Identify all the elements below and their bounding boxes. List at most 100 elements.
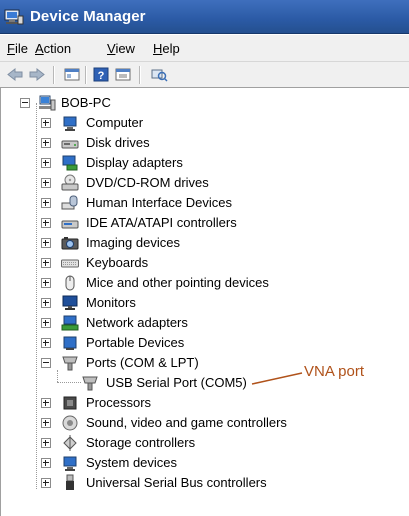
processor-icon <box>63 396 77 410</box>
tree-item-network-adapters[interactable]: Network adapters <box>1 313 409 333</box>
forward-icon[interactable] <box>28 66 46 83</box>
annotation-pointer <box>251 372 303 385</box>
back-icon[interactable] <box>6 66 24 83</box>
tree-item-dvd-cdrom-drives[interactable]: DVD/CD-ROM drives <box>1 173 409 193</box>
menu-action-label: ction <box>43 41 72 56</box>
show-hide-tree-icon[interactable] <box>63 66 81 83</box>
tree-root[interactable]: BOB-PC <box>1 93 409 113</box>
expand-toggle[interactable] <box>41 418 51 428</box>
tree-item-label: Disk drives <box>86 135 150 150</box>
mouse-icon <box>65 275 75 291</box>
expand-toggle[interactable] <box>41 338 51 348</box>
device-manager-icon <box>4 9 24 25</box>
scan-hardware-icon[interactable] <box>150 66 168 83</box>
toolbar-separator <box>53 66 55 84</box>
ide-controller-icon <box>61 220 79 229</box>
help-icon[interactable]: ? <box>92 66 110 83</box>
expand-toggle[interactable] <box>41 118 51 128</box>
disk-drive-icon <box>61 140 79 149</box>
expand-toggle[interactable] <box>41 318 51 328</box>
toolbar-separator <box>139 66 141 84</box>
expand-toggle[interactable] <box>41 178 51 188</box>
hid-icon <box>61 195 78 210</box>
tree-item-keyboards[interactable]: Keyboards <box>1 253 409 273</box>
menu-action[interactable]: Action <box>35 41 71 56</box>
menu-bar: File Action View Help <box>0 35 409 62</box>
tree-item-processors[interactable]: Processors <box>1 393 409 413</box>
expand-toggle[interactable] <box>41 258 51 268</box>
portable-device-icon <box>63 336 77 350</box>
expand-toggle[interactable] <box>41 478 51 488</box>
tree-item-display-adapters[interactable]: Display adapters <box>1 153 409 173</box>
tree-item-label: USB Serial Port (COM5) <box>106 375 247 390</box>
usb-connector-icon <box>66 474 74 490</box>
collapse-toggle[interactable] <box>20 98 30 108</box>
expand-toggle[interactable] <box>41 398 51 408</box>
tree-item-mice[interactable]: Mice and other pointing devices <box>1 273 409 293</box>
menu-file-mnemonic: F <box>7 41 15 56</box>
menu-help-label: elp <box>162 41 180 56</box>
tree-item-label: Imaging devices <box>86 235 180 250</box>
toolbar-separator <box>85 66 87 84</box>
expand-toggle[interactable] <box>41 238 51 248</box>
annotation-label: VNA port <box>304 363 365 380</box>
tree-root-label: BOB-PC <box>61 95 111 110</box>
keyboard-icon <box>61 259 79 268</box>
collapse-toggle[interactable] <box>41 358 51 368</box>
expand-toggle[interactable] <box>41 458 51 468</box>
tree-item-monitors[interactable]: Monitors <box>1 293 409 313</box>
menu-file-label: ile <box>14 41 28 56</box>
tree-item-human-interface-devices[interactable]: Human Interface Devices <box>1 193 409 213</box>
monitor-icon <box>62 295 78 310</box>
dvd-drive-icon <box>61 174 79 191</box>
expand-toggle[interactable] <box>41 438 51 448</box>
storage-controller-icon <box>63 435 77 451</box>
menu-file[interactable]: File <box>7 41 28 56</box>
tree-item-storage-controllers[interactable]: Storage controllers <box>1 433 409 453</box>
tree-item-label: Universal Serial Bus controllers <box>86 475 267 490</box>
tree-item-imaging-devices[interactable]: Imaging devices <box>1 233 409 253</box>
expand-toggle[interactable] <box>41 158 51 168</box>
tree-item-disk-drives[interactable]: Disk drives <box>1 133 409 153</box>
menu-help[interactable]: Help <box>153 41 180 56</box>
device-tree[interactable]: BOB-PC Computer Disk drives Display adap… <box>0 88 409 516</box>
system-devices-icon <box>63 456 77 471</box>
tree-item-label: Mice and other pointing devices <box>86 275 269 290</box>
window-title: Device Manager <box>30 8 146 25</box>
tree-item-label: Keyboards <box>86 255 149 270</box>
toolbar: ? <box>0 62 409 88</box>
tree-item-system-devices[interactable]: System devices <box>1 453 409 473</box>
expand-toggle[interactable] <box>41 198 51 208</box>
tree-item-ide-ata-atapi-controllers[interactable]: IDE ATA/ATAPI controllers <box>1 213 409 233</box>
tree-item-label: Network adapters <box>86 315 188 330</box>
tree-item-label: Processors <box>86 395 152 410</box>
tree-item-label: Display adapters <box>86 155 183 170</box>
tree-item-sound-video-game[interactable]: Sound, video and game controllers <box>1 413 409 433</box>
title-bar[interactable]: Device Manager <box>0 0 409 34</box>
network-adapter-icon <box>61 315 79 331</box>
expand-toggle[interactable] <box>41 138 51 148</box>
expand-toggle[interactable] <box>41 218 51 228</box>
tree-item-label: Sound, video and game controllers <box>86 415 287 430</box>
computer-icon <box>39 95 56 111</box>
tree-item-label: Computer <box>86 115 144 130</box>
expand-toggle[interactable] <box>41 278 51 288</box>
computer-icon <box>63 116 77 131</box>
tree-item-label: System devices <box>86 455 178 470</box>
menu-view[interactable]: View <box>107 41 135 56</box>
speaker-icon <box>62 415 78 431</box>
tree-item-label: Monitors <box>86 295 136 310</box>
port-connector-icon <box>82 376 98 391</box>
display-adapter-icon <box>62 155 78 171</box>
tree-item-computer[interactable]: Computer <box>1 113 409 133</box>
port-connector-icon <box>62 356 78 371</box>
menu-view-label: iew <box>115 41 135 56</box>
tree-item-label: Portable Devices <box>86 335 185 350</box>
tree-item-usb-controllers[interactable]: Universal Serial Bus controllers <box>1 473 409 493</box>
tree-item-portable-devices[interactable]: Portable Devices <box>1 333 409 353</box>
expand-toggle[interactable] <box>41 298 51 308</box>
tree-item-label: Human Interface Devices <box>86 195 232 210</box>
properties-icon[interactable] <box>114 66 132 83</box>
menu-help-mnemonic: H <box>153 41 163 56</box>
svg-text:?: ? <box>98 70 105 82</box>
